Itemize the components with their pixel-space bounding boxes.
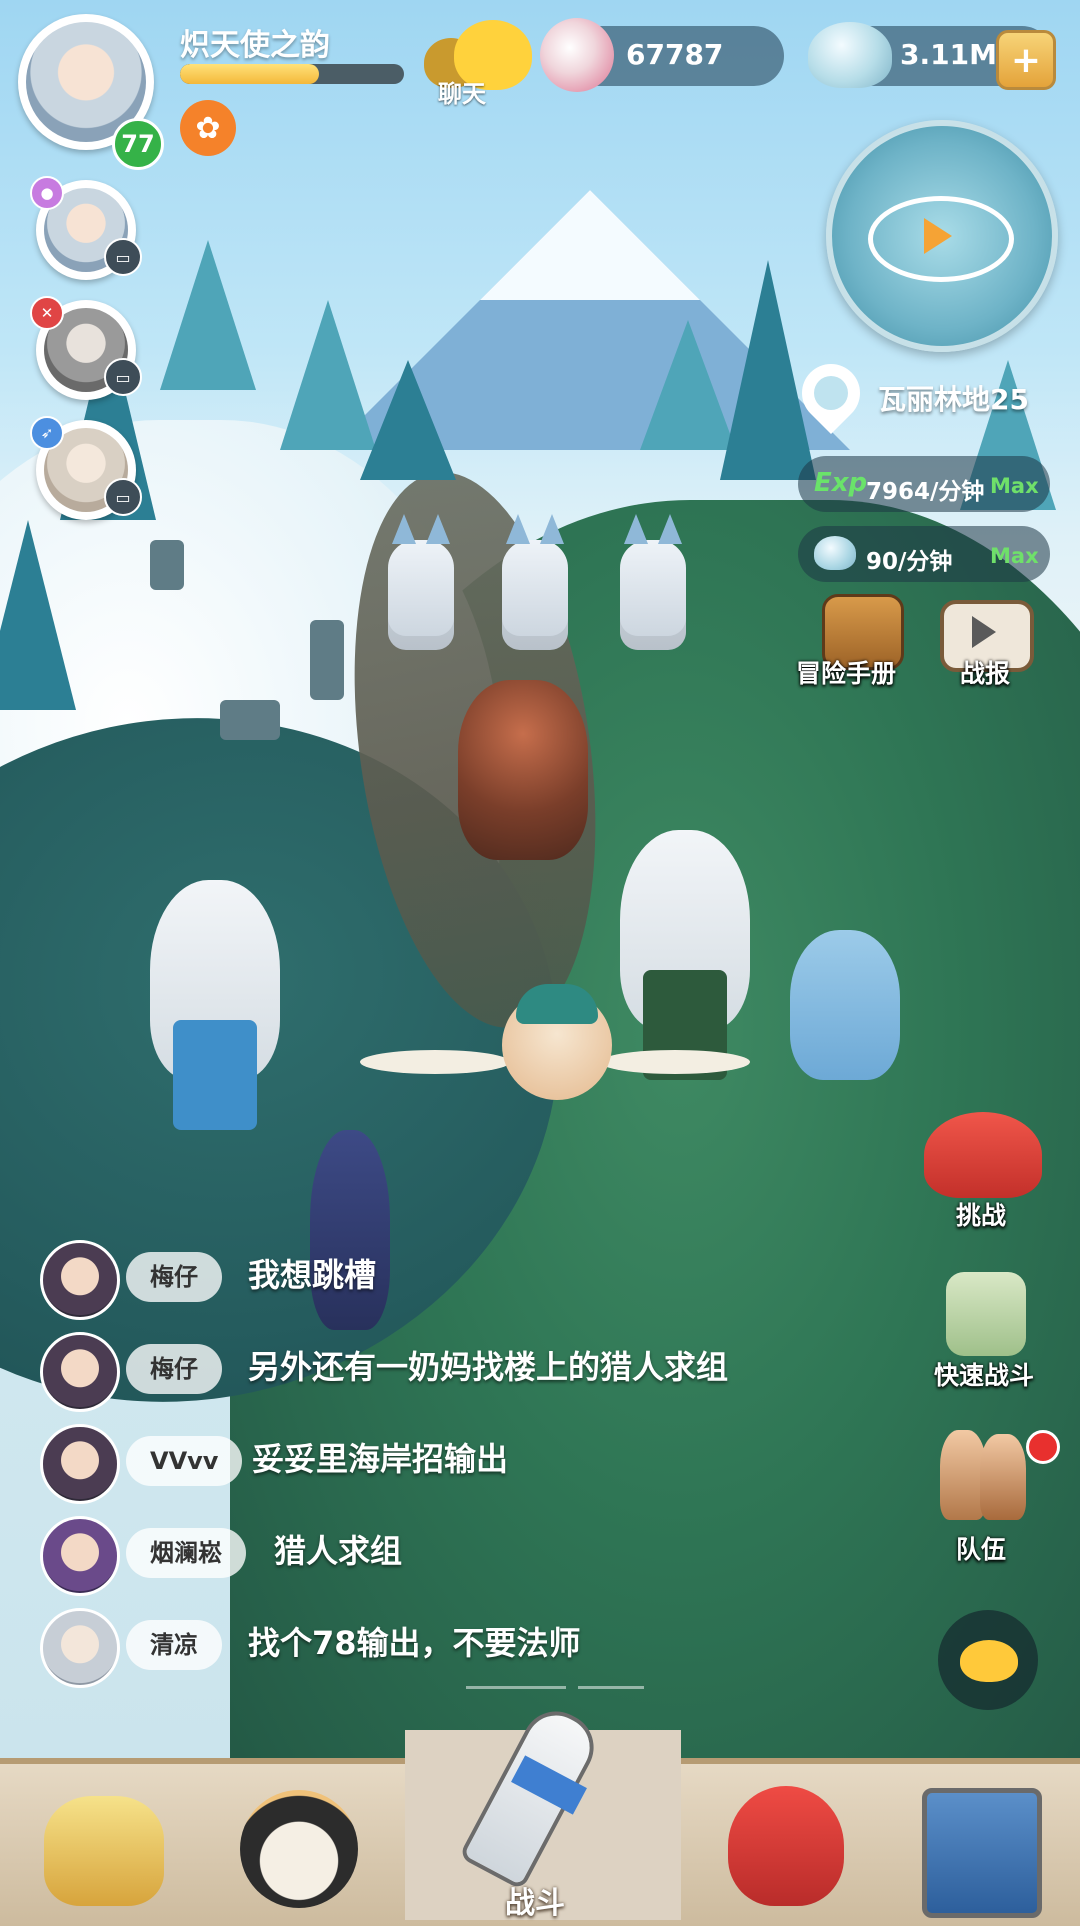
chat-message[interactable]: 梅仔 我想跳槽 [40, 1240, 820, 1320]
team-member-figure [980, 1434, 1026, 1520]
pine-tree [160, 240, 256, 390]
snow-wolf-enemy[interactable] [388, 514, 454, 650]
exp-rate-value: 7964/分钟 [866, 479, 985, 505]
chat-toggle-label: 聊天 [438, 80, 486, 108]
party-member-portrait[interactable]: ✕ ▭ [30, 296, 142, 400]
plus-icon: + [1010, 39, 1042, 81]
mage-class-icon: ● [30, 176, 64, 210]
chat-message-text: 妥妥里海岸招输出 [252, 1440, 509, 1478]
chat-message-text: 猎人求组 [274, 1532, 403, 1570]
chat-sender-name[interactable]: 梅仔 [126, 1344, 222, 1394]
snow-wolf-enemy[interactable] [502, 514, 568, 650]
nav-tab-character[interactable] [236, 1770, 366, 1910]
chat-scroll-indicator [578, 1686, 644, 1689]
quick-battle-button[interactable] [934, 1266, 1038, 1366]
battle-report-label: 战报 [960, 659, 1011, 688]
shell-icon [814, 536, 856, 570]
chat-message[interactable]: 梅仔 另外还有一奶妈找楼上的猎人求组 [40, 1332, 820, 1412]
screen-share-icon: ▭ [104, 478, 142, 516]
snow-wolf-enemy[interactable] [620, 514, 686, 650]
chat-message[interactable]: VVvv 妥妥里海岸招输出 [40, 1424, 820, 1504]
pearl-shell-icon [540, 18, 614, 92]
shell-max-tag: Max [990, 544, 1039, 568]
chat-sender-name[interactable]: 清凉 [126, 1620, 222, 1670]
warrior-class-icon: ✕ [30, 296, 64, 330]
player-level-badge: 77 [112, 118, 164, 170]
stone-totem-icon [946, 1272, 1026, 1356]
notification-dot [1026, 1430, 1060, 1464]
challenge-label: 挑战 [956, 1201, 1007, 1230]
screen-share-icon: ▭ [104, 238, 142, 276]
chat-message-text: 另外还有一奶妈找楼上的猎人求组 [248, 1348, 729, 1386]
character-face-icon [240, 1790, 358, 1908]
chat-sender-name[interactable]: VVvv [126, 1436, 243, 1486]
party-member-portrait[interactable]: ➶ ▭ [30, 416, 142, 520]
add-currency-button[interactable]: + [996, 30, 1056, 90]
shell-currency-value: 3.11M [900, 38, 997, 71]
guild-emblem-icon[interactable]: ✿ [180, 100, 236, 156]
pine-tree [0, 520, 76, 710]
bird-pet [502, 984, 612, 1100]
chat-avatar[interactable] [40, 1608, 120, 1688]
player-xp-fill [180, 64, 319, 84]
chat-avatar[interactable] [40, 1332, 120, 1412]
party-hero [150, 880, 280, 1130]
party-hero [790, 930, 900, 1080]
nav-tab-battle-label: 战斗 [505, 1886, 565, 1921]
party-member-portrait[interactable]: ● ▭ [30, 176, 142, 280]
mountain-peak [480, 190, 700, 300]
pine-tree [720, 260, 816, 480]
pet-wing [360, 1050, 510, 1074]
chat-icon [960, 1640, 1018, 1682]
play-icon [972, 616, 996, 648]
red-dino-icon [924, 1112, 1042, 1198]
player-marker-icon [924, 218, 952, 254]
chat-sender-name[interactable]: 梅仔 [126, 1252, 222, 1302]
nav-tab-tribe[interactable] [36, 1770, 166, 1910]
pearl-currency-value: 67787 [626, 38, 724, 71]
portal-gate-icon [922, 1788, 1042, 1918]
chat-avatar[interactable] [40, 1516, 120, 1596]
exp-tag: Exp [814, 468, 868, 498]
pine-tree [360, 360, 456, 480]
shell-icon [808, 22, 892, 88]
team-button[interactable] [934, 1426, 1038, 1536]
chat-scroll-indicator [466, 1686, 566, 1689]
screen-share-icon: ▭ [104, 358, 142, 396]
nav-tab-pets[interactable] [720, 1770, 850, 1910]
tribe-chief-icon [44, 1796, 164, 1906]
chat-message[interactable]: 烟澜崧 猎人求组 [40, 1516, 820, 1596]
chat-avatar[interactable] [40, 1424, 120, 1504]
player-xp-bar [180, 64, 404, 84]
nav-tab-portal[interactable] [912, 1770, 1042, 1918]
rock [220, 700, 280, 740]
exp-max-tag: Max [990, 474, 1039, 498]
chat-sender-name[interactable]: 烟澜崧 [126, 1528, 246, 1578]
pet-wing [600, 1050, 750, 1074]
rock [150, 540, 184, 590]
team-label: 队伍 [956, 1535, 1007, 1564]
challenge-button[interactable] [918, 1108, 1046, 1204]
shell-rate-value: 90/分钟 [866, 549, 953, 575]
adventure-handbook-label: 冒险手册 [796, 659, 897, 688]
chat-avatar[interactable] [40, 1240, 120, 1320]
red-dino-pet-icon [728, 1786, 844, 1906]
rock [310, 620, 344, 700]
hunter-class-icon: ➶ [30, 416, 64, 450]
chat-message-text: 我想跳槽 [248, 1256, 377, 1294]
quick-battle-label: 快速战斗 [934, 1361, 1035, 1390]
chat-message[interactable]: 清凉 找个78输出，不要法师 [40, 1608, 820, 1688]
chat-message-text: 找个78输出，不要法师 [248, 1624, 581, 1662]
tribal-warrior [458, 680, 588, 860]
party-hero [620, 830, 750, 1080]
player-name: 炽天使之韵 [180, 28, 330, 63]
location-name[interactable]: 瓦丽林地25 [878, 378, 1029, 418]
